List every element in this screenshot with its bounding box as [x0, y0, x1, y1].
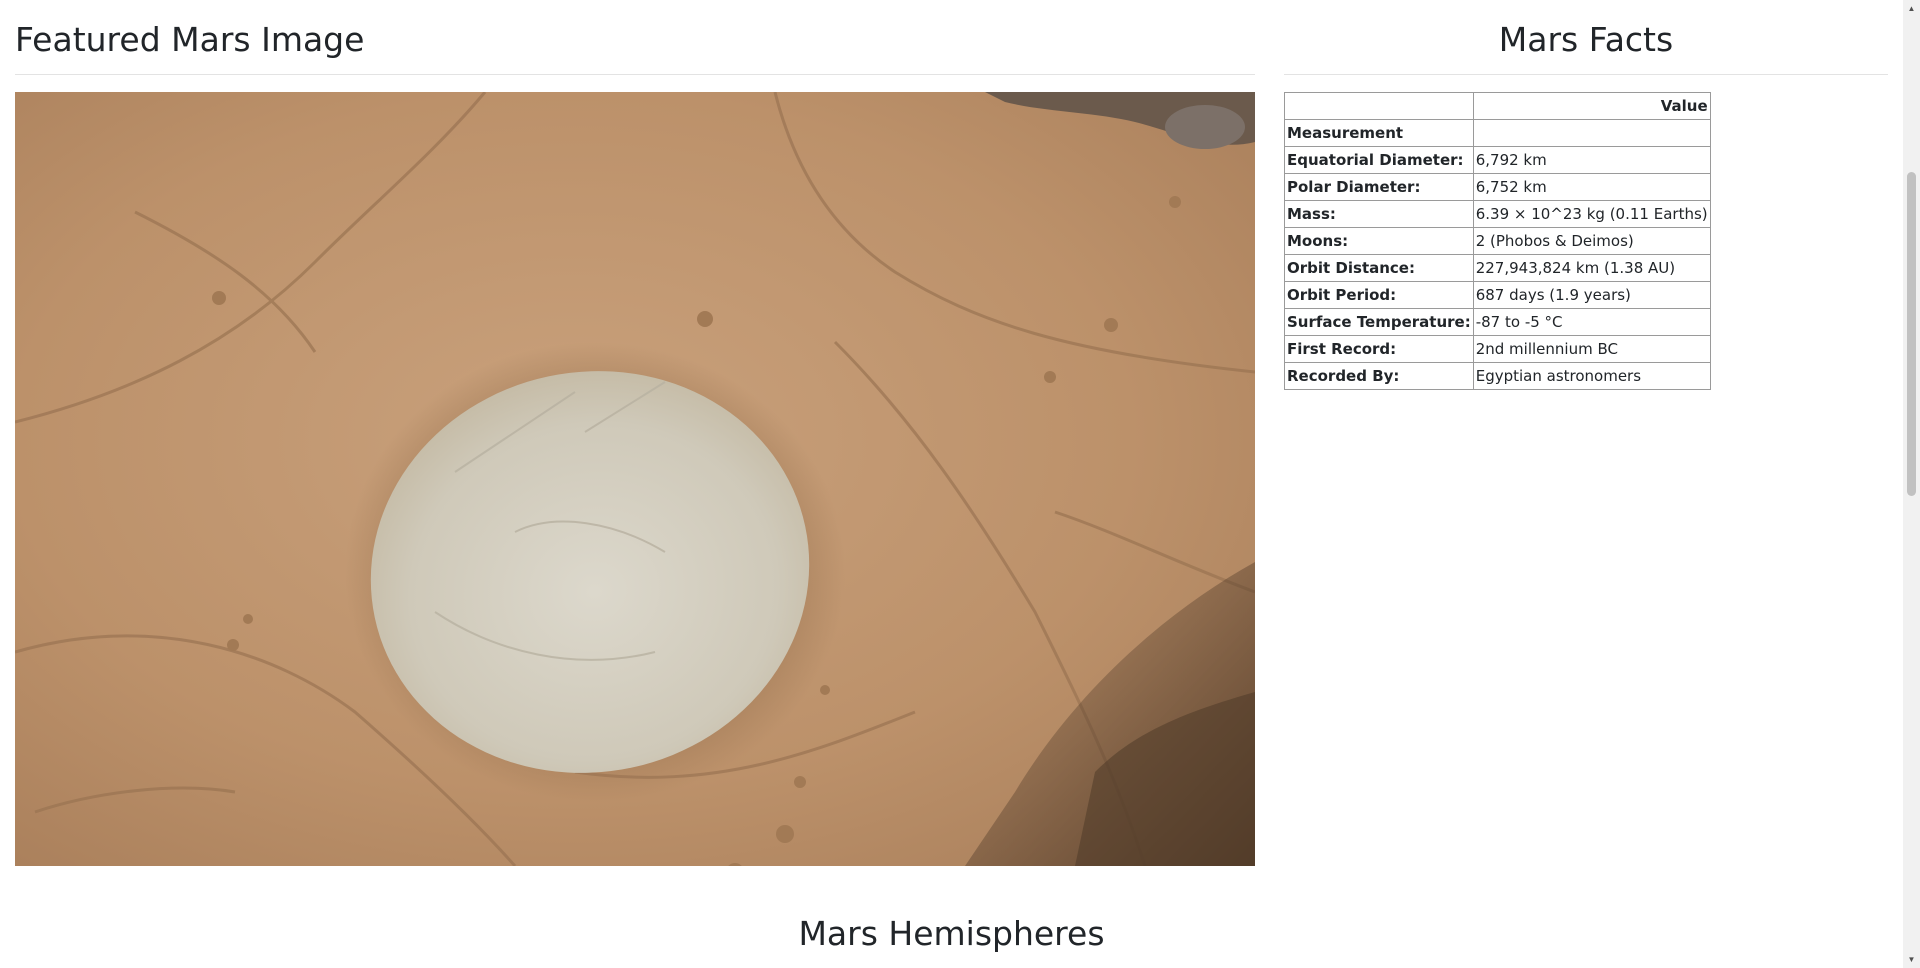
table-header-row: Value: [1284, 92, 1711, 120]
row-label: Equatorial Diameter:: [1284, 146, 1474, 174]
divider: [1284, 74, 1888, 75]
header-measurement: Measurement: [1284, 119, 1474, 147]
row-label: Mass:: [1284, 200, 1474, 228]
triangle-up-icon[interactable]: ▲: [1903, 0, 1920, 17]
row-value: 227,943,824 km (1.38 AU): [1472, 254, 1711, 282]
table-row: Polar Diameter: 6,752 km: [1284, 173, 1711, 201]
vertical-scrollbar[interactable]: ▲ ▼: [1903, 0, 1920, 968]
featured-mars-image[interactable]: [15, 92, 1255, 866]
row-label: Recorded By:: [1284, 362, 1474, 390]
table-row: Moons: 2 (Phobos & Deimos): [1284, 227, 1711, 255]
table-row: Mass: 6.39 × 10^23 kg (0.11 Earths): [1284, 200, 1711, 228]
page: Featured Mars Image Mars Facts Value Mea…: [0, 0, 1920, 968]
table-row: Orbit Period: 687 days (1.9 years): [1284, 281, 1711, 309]
row-value: 6,752 km: [1472, 173, 1711, 201]
scrollbar-thumb[interactable]: [1907, 172, 1916, 496]
row-label: Polar Diameter:: [1284, 173, 1474, 201]
row-value: 2nd millennium BC: [1472, 335, 1711, 363]
featured-image-title: Featured Mars Image: [15, 20, 365, 59]
row-label: Moons:: [1284, 227, 1474, 255]
row-value: 6.39 × 10^23 kg (0.11 Earths): [1472, 200, 1711, 228]
divider: [15, 74, 1255, 75]
table-header-row: Measurement: [1284, 119, 1711, 147]
header-blank-cell: [1284, 92, 1474, 120]
mars-surface-picture: [15, 92, 1255, 866]
row-label: First Record:: [1284, 335, 1474, 363]
table-row: Surface Temperature: -87 to -5 °C: [1284, 308, 1711, 336]
row-label: Orbit Period:: [1284, 281, 1474, 309]
row-value: Egyptian astronomers: [1472, 362, 1711, 390]
row-value: 2 (Phobos & Deimos): [1472, 227, 1711, 255]
header-value: Value: [1472, 92, 1711, 120]
header-blank-cell: [1472, 119, 1711, 147]
table-row: First Record: 2nd millennium BC: [1284, 335, 1711, 363]
row-value: -87 to -5 °C: [1472, 308, 1711, 336]
table-row: Orbit Distance: 227,943,824 km (1.38 AU): [1284, 254, 1711, 282]
row-label: Orbit Distance:: [1284, 254, 1474, 282]
table-row: Equatorial Diameter: 6,792 km: [1284, 146, 1711, 174]
row-value: 6,792 km: [1472, 146, 1711, 174]
mars-hemispheres-title: Mars Hemispheres: [798, 914, 1105, 953]
mars-facts-title: Mars Facts: [1498, 20, 1674, 59]
mars-facts-table: Value Measurement Equatorial Diameter: 6…: [1284, 92, 1711, 390]
row-label: Surface Temperature:: [1284, 308, 1474, 336]
table-row: Recorded By: Egyptian astronomers: [1284, 362, 1711, 390]
triangle-down-icon[interactable]: ▼: [1903, 951, 1920, 968]
row-value: 687 days (1.9 years): [1472, 281, 1711, 309]
